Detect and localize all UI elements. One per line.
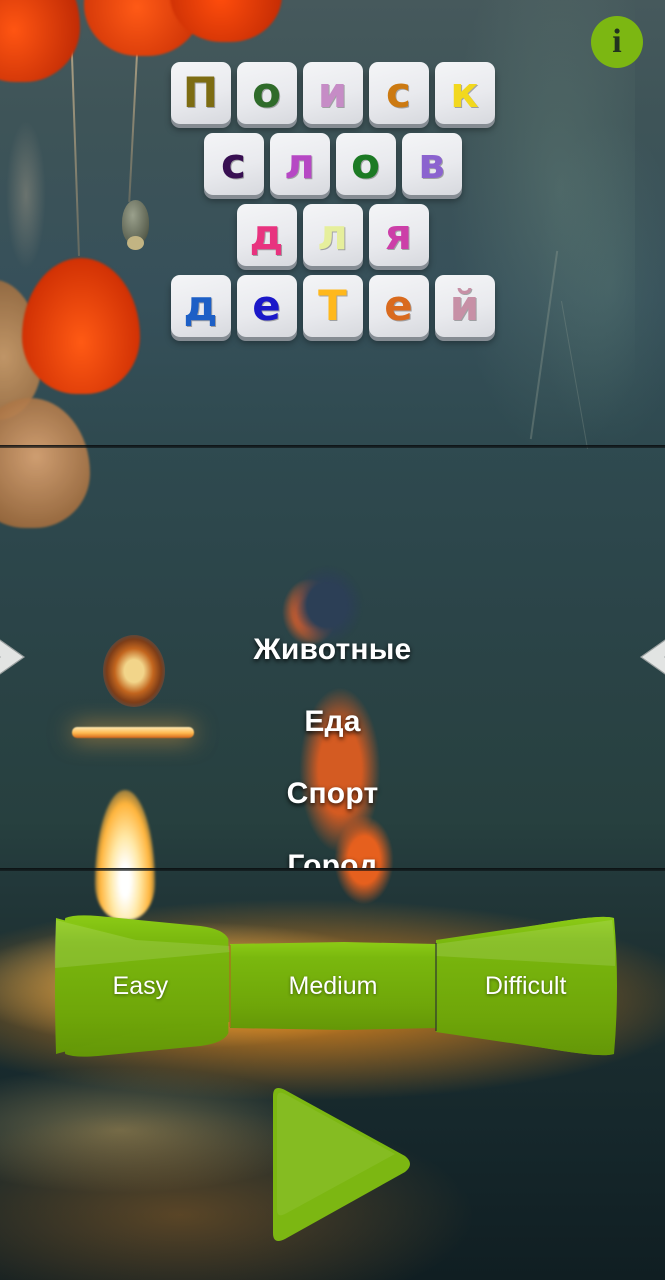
title-letter-tile: л xyxy=(269,133,330,195)
title-letter-tile: Т xyxy=(302,275,363,337)
difficulty-option-easy[interactable]: Easy xyxy=(44,912,237,1060)
title-letter-tile: й xyxy=(434,275,495,337)
divider-bottom xyxy=(0,868,665,871)
title-letter-tile: е xyxy=(236,275,297,337)
title-letter-tile: П xyxy=(170,62,231,124)
difficulty-selector[interactable]: Easy Medium Difficult xyxy=(44,912,622,1060)
title-letter-tile: е xyxy=(368,275,429,337)
difficulty-option-difficult[interactable]: Difficult xyxy=(429,912,622,1060)
title-letter-tile: о xyxy=(236,62,297,124)
play-button[interactable] xyxy=(255,1082,415,1247)
title-row-0: Поиск xyxy=(0,62,665,124)
title-letter-tile: о xyxy=(335,133,396,195)
title-letter-tile: к xyxy=(434,62,495,124)
title-letter-tile: с xyxy=(203,133,264,195)
title-row-2: для xyxy=(0,204,665,266)
title-letter-tile: в xyxy=(401,133,462,195)
category-item[interactable]: Еда xyxy=(304,705,360,739)
app-screen: i Поиск слов для деТей Животные Еда Спор… xyxy=(0,0,665,1280)
title-letter-tile: д xyxy=(170,275,231,337)
category-list[interactable]: Животные Еда Спорт Город xyxy=(0,448,665,868)
info-button[interactable]: i xyxy=(591,16,643,68)
title-letter-tile: я xyxy=(368,204,429,266)
title-letter-tile: д xyxy=(236,204,297,266)
game-title: Поиск слов для деТей xyxy=(0,62,665,346)
title-letter-tile: с xyxy=(368,62,429,124)
title-letter-tile: л xyxy=(302,204,363,266)
title-row-1: слов xyxy=(0,133,665,195)
play-triangle-icon xyxy=(273,1088,410,1241)
title-letter-tile: и xyxy=(302,62,363,124)
title-row-3: деТей xyxy=(0,275,665,337)
category-item[interactable]: Спорт xyxy=(287,777,379,811)
difficulty-option-medium[interactable]: Medium xyxy=(237,912,430,1060)
category-item[interactable]: Животные xyxy=(254,633,412,667)
info-icon: i xyxy=(612,23,622,60)
category-item[interactable]: Город xyxy=(287,849,377,868)
difficulty-options: Easy Medium Difficult xyxy=(44,912,622,1060)
